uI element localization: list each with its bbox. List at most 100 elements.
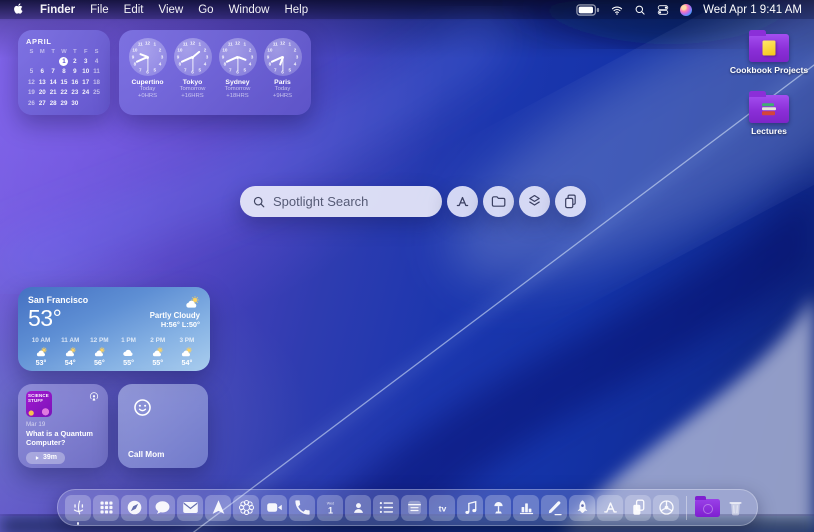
world-clock-tokyo: 123456789101112 Tokyo Tomorrow +16HRS bbox=[171, 38, 215, 109]
dock-downloads-folder[interactable] bbox=[694, 495, 720, 521]
world-clock-widget[interactable]: 123456789101112 Cupertino Today +0HRS123… bbox=[119, 30, 311, 115]
dock-system-settings[interactable] bbox=[653, 495, 679, 521]
dock-numbers[interactable] bbox=[513, 495, 539, 521]
wifi-icon[interactable] bbox=[611, 3, 623, 16]
dock-music[interactable] bbox=[457, 495, 483, 521]
dock-launchpad[interactable] bbox=[93, 495, 119, 521]
dock-photos[interactable] bbox=[233, 495, 259, 521]
menu-item-view[interactable]: View bbox=[159, 4, 184, 16]
svg-text:tv: tv bbox=[438, 503, 446, 513]
weather-hour: 3 PM 54° bbox=[174, 337, 200, 367]
weather-header: San Francisco 53° Partly Cloudy H:56° L:… bbox=[28, 295, 200, 330]
dock-tv[interactable]: tv bbox=[429, 495, 455, 521]
dock-calendar[interactable]: Wed1 bbox=[317, 495, 343, 521]
dock-facetime[interactable] bbox=[261, 495, 287, 521]
calendar-widget[interactable]: APRIL SMTWTFS123456789101112131415161718… bbox=[18, 30, 110, 115]
weather-temperature: 53° bbox=[28, 307, 88, 330]
dock: Wed1 tv bbox=[57, 489, 758, 526]
dock-finder[interactable] bbox=[65, 495, 91, 521]
spotlight-applications-button[interactable] bbox=[447, 186, 478, 217]
books-glyph-icon bbox=[762, 103, 776, 115]
spotlight-filter-buttons bbox=[447, 186, 586, 217]
calendar-date: 27 bbox=[37, 99, 48, 108]
siri-icon[interactable] bbox=[680, 4, 692, 16]
dock-phone[interactable] bbox=[289, 495, 315, 521]
calendar-date: 23 bbox=[69, 88, 80, 97]
clock-offset: +16HRS bbox=[181, 93, 203, 100]
status-icons bbox=[576, 3, 692, 16]
hour-temperature: 55° bbox=[152, 358, 163, 367]
clock-number: 1 bbox=[288, 42, 291, 47]
world-clock-cupertino: 123456789101112 Cupertino Today +0HRS bbox=[126, 38, 170, 109]
dock-messages[interactable] bbox=[149, 495, 175, 521]
control-center-icon[interactable] bbox=[657, 3, 669, 16]
dock-mail[interactable] bbox=[177, 495, 203, 521]
calendar-date: 24 bbox=[80, 88, 91, 97]
podcast-widget[interactable]: SCIENCE STUFF Mar 19 What is a Quantum C… bbox=[18, 384, 108, 468]
hour-label: 1 PM bbox=[121, 337, 136, 344]
calendar-day-header: T bbox=[48, 49, 59, 55]
dock-trash[interactable] bbox=[722, 495, 748, 521]
calendar-day-header: W bbox=[59, 49, 70, 55]
menu-item-finder[interactable]: Finder bbox=[40, 4, 75, 16]
menu-item-help[interactable]: Help bbox=[284, 4, 308, 16]
menu-item-go[interactable]: Go bbox=[198, 4, 213, 16]
menu-bar-clock[interactable]: Wed Apr 1 9:41 AM bbox=[703, 4, 802, 16]
calendar-day-header: M bbox=[37, 49, 48, 55]
calendar-today: 1 bbox=[59, 57, 68, 66]
dock-app-store[interactable] bbox=[597, 495, 623, 521]
menu-item-window[interactable]: Window bbox=[229, 4, 270, 16]
hour-temperature: 56° bbox=[94, 358, 105, 367]
dock-keynote[interactable] bbox=[485, 495, 511, 521]
hour-temperature: 54° bbox=[182, 358, 193, 367]
dock-contacts[interactable] bbox=[345, 495, 371, 521]
calendar-date bbox=[37, 57, 48, 66]
calendar-date: 2 bbox=[69, 57, 80, 66]
clock-number: 7 bbox=[229, 67, 232, 72]
dock-notes[interactable] bbox=[401, 495, 427, 521]
calendar-date: 5 bbox=[26, 67, 37, 76]
dock-maps[interactable] bbox=[205, 495, 231, 521]
menu-item-edit[interactable]: Edit bbox=[124, 4, 144, 16]
partly-cloudy-icon bbox=[151, 346, 164, 356]
desktop-folder-lectures[interactable]: Lectures bbox=[732, 89, 806, 136]
podcast-episode-title: What is a Quantum Computer? bbox=[26, 429, 100, 448]
spotlight-clipboard-button[interactable] bbox=[555, 186, 586, 217]
battery-icon[interactable] bbox=[576, 3, 600, 16]
desktop-icon-label: Lectures bbox=[751, 126, 787, 136]
dock-passwords[interactable] bbox=[625, 495, 651, 521]
calendar-date: 13 bbox=[37, 78, 48, 87]
clock-number: 10 bbox=[177, 47, 182, 52]
clock-number: 4 bbox=[204, 62, 207, 67]
clock-relative-day: Today bbox=[275, 86, 291, 93]
spotlight-shortcuts-button[interactable] bbox=[519, 186, 550, 217]
weather-widget[interactable]: San Francisco 53° Partly Cloudy H:56° L:… bbox=[18, 287, 210, 371]
partly-cloudy-icon bbox=[64, 346, 77, 356]
hour-temperature: 54° bbox=[65, 358, 76, 367]
spotlight-icon[interactable] bbox=[634, 3, 646, 16]
clock-number: 9 bbox=[267, 55, 270, 60]
clock-number: 12 bbox=[145, 40, 150, 45]
menu-item-file[interactable]: File bbox=[90, 4, 109, 16]
clock-city: Cupertino bbox=[131, 79, 163, 86]
partly-cloudy-icon bbox=[35, 346, 48, 356]
calendar-date: 4 bbox=[91, 57, 102, 66]
calendar-day-header: S bbox=[26, 49, 37, 55]
reminder-widget[interactable]: Call Mom bbox=[118, 384, 208, 468]
dock-reminders[interactable] bbox=[373, 495, 399, 521]
clock-city: Paris bbox=[274, 79, 291, 86]
calendar-date bbox=[26, 57, 37, 66]
spotlight-search-input[interactable]: Spotlight Search bbox=[240, 186, 442, 217]
desktop-folder-cookbook-projects[interactable]: Cookbook Projects bbox=[732, 28, 806, 75]
clock-city: Sydney bbox=[225, 79, 249, 86]
calendar-date: 29 bbox=[59, 99, 70, 108]
clock-number: 11 bbox=[183, 42, 188, 47]
dock-safari[interactable] bbox=[121, 495, 147, 521]
clock-number: 1 bbox=[198, 42, 201, 47]
dock-rocket-app[interactable] bbox=[569, 495, 595, 521]
podcast-play-button[interactable]: 39m bbox=[26, 452, 65, 464]
clock-city: Tokyo bbox=[183, 79, 203, 86]
apple-menu-icon[interactable] bbox=[12, 2, 25, 17]
spotlight-files-button[interactable] bbox=[483, 186, 514, 217]
dock-pages[interactable] bbox=[541, 495, 567, 521]
